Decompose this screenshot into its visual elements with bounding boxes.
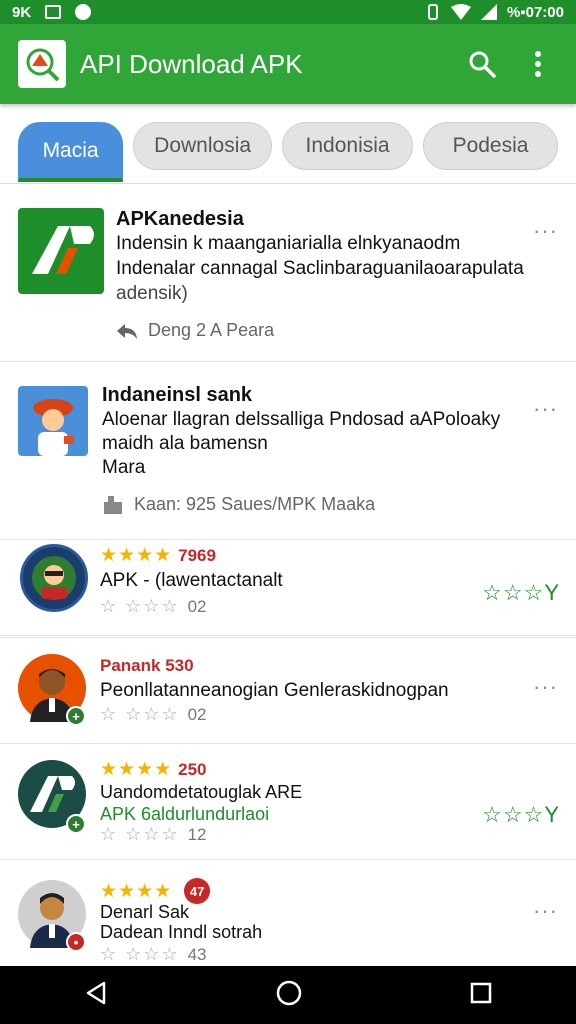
- item-desc-line: Mara: [102, 457, 146, 478]
- list-item[interactable]: Indaneinsl sank Aloenar llagran delssall…: [0, 362, 576, 540]
- add-badge-icon: +: [66, 814, 86, 834]
- app-title: API Download APK: [80, 48, 303, 79]
- rating-value: 7969: [178, 545, 216, 565]
- list-item[interactable]: + Panank 530 Peonllatanneanogian Genlera…: [0, 636, 576, 744]
- tab-downlosia[interactable]: Downlosia: [133, 122, 273, 170]
- face-app-icon: [20, 544, 88, 612]
- review-count: 02: [187, 596, 207, 616]
- more-vert-icon: [535, 51, 541, 77]
- rating-value: 250: [178, 759, 207, 779]
- apk-app-icon: [18, 208, 104, 294]
- more-options-button[interactable]: ···: [533, 218, 558, 244]
- gallery-notification-icon: [45, 5, 62, 19]
- home-button[interactable]: [276, 980, 302, 1011]
- item-desc-line: Dadean Inndl sotrah: [100, 922, 263, 942]
- rating-row: ★★★★ 7969: [100, 544, 216, 567]
- review-row: ☆ ☆☆☆ 12: [100, 824, 206, 845]
- empty-stars-icon: ☆ ☆☆☆: [100, 824, 180, 844]
- review-row: ☆ ☆☆☆ 43: [100, 944, 206, 965]
- back-icon: [86, 981, 106, 1004]
- overflow-menu-button[interactable]: [518, 44, 558, 84]
- rating-value: Panank 530: [100, 656, 194, 675]
- item-desc-line: maidh ala bamensn: [102, 433, 268, 454]
- item-desc-line: Indensin k maanganiarialla elnkyanaodm: [116, 233, 461, 254]
- recents-button[interactable]: [470, 982, 492, 1009]
- item-title: APKanedesia: [116, 208, 244, 230]
- rate-stars-button[interactable]: ☆☆☆Y: [482, 580, 560, 606]
- list-item[interactable]: • ★★★★ 47 Denarl Sak Dadean Inndl sotrah…: [0, 860, 576, 966]
- avatar-app-icon: [18, 386, 88, 456]
- status-bar: 9K %▪07:00: [0, 0, 576, 24]
- item-title: Peonllatanneanogian Genleraskidnogpan: [100, 680, 449, 701]
- store-icon: [104, 495, 122, 514]
- back-button[interactable]: [84, 981, 108, 1010]
- item-text: APKanedesia Indensin k maanganiarialla e…: [116, 208, 524, 305]
- item-desc-line: APK 6aldurlundurlaoi: [100, 804, 270, 824]
- item-desc-line: Indenalar cannagal Saclinbaraguanilaoara…: [116, 258, 524, 279]
- item-desc-line: adensik): [116, 283, 188, 304]
- review-count: 02: [187, 704, 207, 724]
- review-count: 12: [187, 824, 207, 844]
- item-title: Denarl Sak: [100, 902, 190, 922]
- rating-row: ★★★★ 250: [100, 758, 207, 781]
- item-meta-text: Deng 2 A Peara: [148, 320, 275, 340]
- item-title: APK - (lawentactanalt: [100, 570, 283, 591]
- review-row: ☆ ☆☆☆ 02: [100, 596, 206, 617]
- app-logo-icon: [18, 40, 66, 88]
- star-rating-icon: ★★★★: [100, 880, 173, 902]
- review-row: ☆ ☆☆☆ 02: [100, 704, 206, 725]
- item-text: Indaneinsl sank Aloenar llagran delssall…: [102, 384, 500, 479]
- tab-podesia[interactable]: Podesia: [423, 122, 558, 170]
- rating-row: ★★★★ 47: [100, 878, 211, 904]
- vibrate-icon: [427, 4, 438, 20]
- item-meta: Kaan: 925 Saues/MPK Maaka: [102, 494, 375, 515]
- add-badge-icon: +: [66, 706, 86, 726]
- app-list: APKanedesia Indensin k maanganiarialla e…: [0, 184, 576, 638]
- item-desc-line: Uandomdetatouglak ARE: [100, 782, 303, 802]
- empty-stars-icon: ☆ ☆☆☆: [100, 704, 180, 724]
- list-item[interactable]: APKanedesia Indensin k maanganiarialla e…: [0, 184, 576, 362]
- rate-stars-button[interactable]: ☆☆☆Y: [482, 802, 560, 828]
- search-icon: [469, 51, 496, 78]
- item-meta-text: Kaan: 925 Saues/MPK Maaka: [134, 494, 376, 514]
- reply-icon: [117, 323, 137, 339]
- system-nav-bar: [0, 966, 576, 1024]
- recents-icon: [470, 982, 492, 1003]
- list-item[interactable]: + ★★★★ 250 Uandomdetatouglak ARE APK 6al…: [0, 744, 576, 860]
- tab-indonisia[interactable]: Indonisia: [282, 122, 414, 170]
- category-tabs: Macia Downlosia Indonisia Podesia: [0, 122, 576, 184]
- more-options-button[interactable]: ···: [533, 396, 558, 422]
- signal-icon: [480, 4, 497, 20]
- tab-macia[interactable]: Macia: [18, 122, 124, 182]
- app-bar: API Download APK: [0, 24, 576, 104]
- count-badge: 47: [184, 878, 211, 904]
- item-desc-line: Aloenar llagran delssalliga Pndosad aAPo…: [102, 409, 501, 430]
- status-time: %▪07:00: [506, 3, 564, 21]
- more-options-button[interactable]: ···: [533, 898, 558, 924]
- search-button[interactable]: [462, 44, 502, 84]
- home-icon: [276, 980, 302, 1005]
- star-rating-icon: ★★★★: [100, 545, 173, 566]
- star-rating-icon: ★★★★: [100, 759, 173, 780]
- review-count: 43: [187, 944, 207, 964]
- alert-badge-icon: •: [66, 932, 86, 952]
- empty-stars-icon: ☆ ☆☆☆: [100, 596, 180, 616]
- item-meta: Deng 2 A Peara: [116, 320, 274, 341]
- wifi-icon: [450, 4, 471, 20]
- list-item[interactable]: ★★★★ 7969 APK - (lawentactanalt ☆ ☆☆☆ 02…: [0, 540, 576, 636]
- status-left-text: 9K: [12, 3, 32, 21]
- notification-dot-icon: [75, 4, 92, 20]
- more-options-button[interactable]: ···: [533, 674, 558, 700]
- item-title: Indaneinsl sank: [102, 384, 253, 406]
- empty-stars-icon: ☆ ☆☆☆: [100, 944, 180, 964]
